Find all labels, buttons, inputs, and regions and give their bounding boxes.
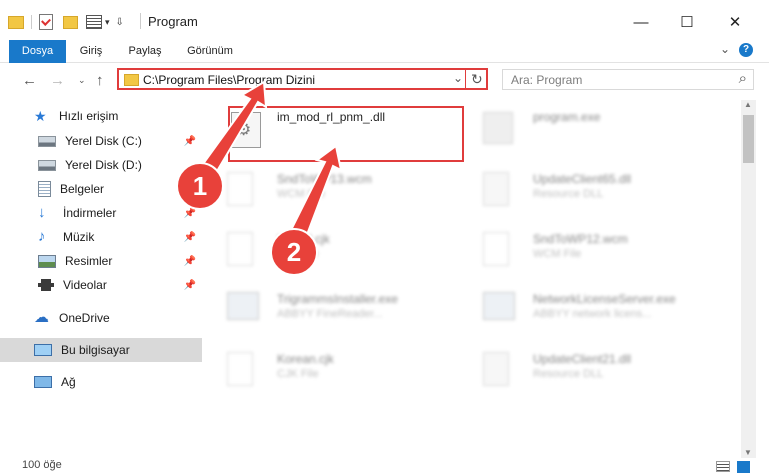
step-badge-2: 2 bbox=[270, 228, 318, 276]
arrow-2 bbox=[288, 144, 343, 242]
annotation-arrows bbox=[193, 80, 343, 242]
step-badge-1: 1 bbox=[176, 162, 224, 210]
